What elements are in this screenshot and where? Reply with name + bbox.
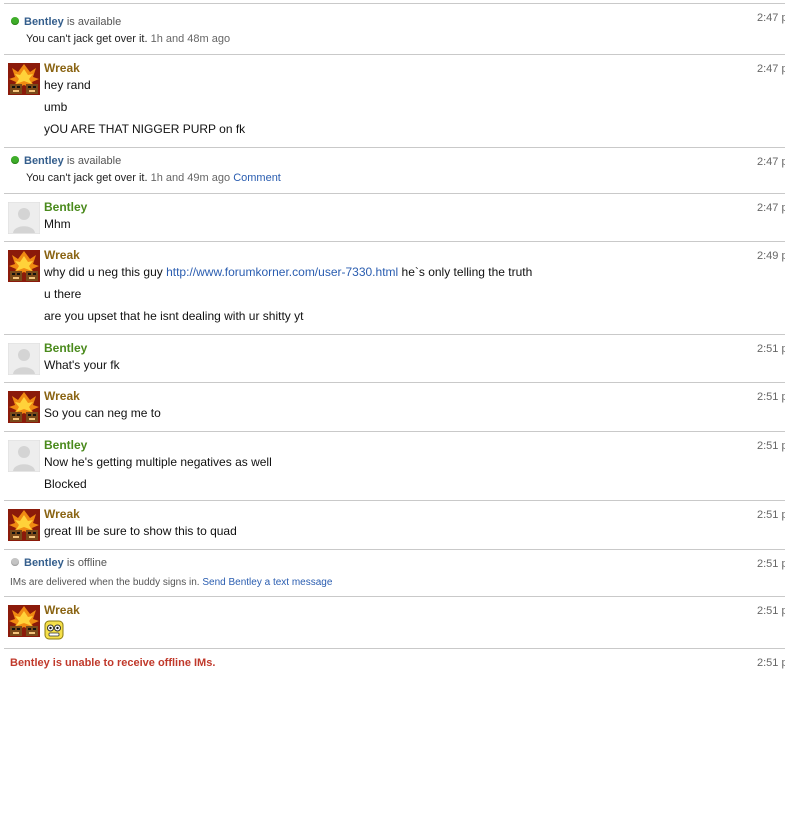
- offline-info: IMs are delivered when the buddy signs i…: [10, 576, 332, 589]
- message-line: [44, 620, 80, 640]
- timestamp: 2:51 p: [757, 440, 785, 452]
- bentley-avatar[interactable]: [8, 343, 40, 375]
- message-body: Bentley Now he's getting multiple negati…: [44, 438, 272, 492]
- timestamp: 2:49 p: [757, 250, 785, 262]
- send-text-message-link[interactable]: Send Bentley a text message: [202, 577, 332, 588]
- status-message: You can't jack get over it. 1h and 48m a…: [26, 33, 230, 46]
- status-state: is offline: [66, 557, 107, 569]
- error-row: Bentley is unable to receive offline IMs…: [4, 649, 785, 679]
- timestamp: 2:51 p: [757, 657, 785, 669]
- message-body: Bentley Mhm: [44, 200, 87, 232]
- message-row: Wreak great Ill be sure to show this to …: [4, 501, 785, 550]
- online-status-icon: [11, 17, 19, 25]
- status-row: Bentley is available You can't jack get …: [4, 4, 785, 55]
- profile-link[interactable]: http://www.forumkorner.com/user-7330.htm…: [166, 265, 398, 279]
- message-line: So you can neg me to: [44, 406, 161, 420]
- message-line: yOU ARE THAT NIGGER PURP on fk: [44, 122, 246, 136]
- status-message-text: You can't jack get over it.: [26, 172, 148, 184]
- status-row: Bentley is offline IMs are delivered whe…: [4, 550, 785, 597]
- message-row: Bentley Mhm 2:47 p: [4, 194, 785, 242]
- status-buddy-name[interactable]: Bentley: [24, 155, 64, 167]
- status-header: Bentley is available: [11, 155, 121, 168]
- message-line: Blocked: [44, 477, 87, 491]
- sender-name[interactable]: Wreak: [44, 507, 237, 521]
- status-message: You can't jack get over it. 1h and 49m a…: [26, 172, 281, 185]
- timestamp: 2:51 p: [757, 391, 785, 403]
- sender-name[interactable]: Wreak: [44, 389, 161, 403]
- message-line: why did u neg this guy http://www.forumk…: [44, 265, 532, 280]
- wreak-avatar[interactable]: [8, 509, 40, 541]
- message-body: Wreak why did u neg this guy http://www.…: [44, 248, 532, 324]
- message-line: What's your fk: [44, 358, 120, 372]
- message-row: Wreak 2:51 p: [4, 597, 785, 649]
- status-row: Bentley is available You can't jack get …: [4, 148, 785, 194]
- wreak-avatar[interactable]: [8, 63, 40, 95]
- message-text: he`s only telling the truth: [401, 265, 533, 279]
- comment-link[interactable]: Comment: [233, 172, 281, 184]
- sender-name[interactable]: Wreak: [44, 603, 80, 617]
- smiley-emoticon-icon: [44, 620, 64, 640]
- status-buddy-name[interactable]: Bentley: [24, 16, 64, 28]
- message-line: u there: [44, 287, 82, 301]
- message-line: Now he's getting multiple negatives as w…: [44, 455, 272, 469]
- message-line: great Ill be sure to show this to quad: [44, 524, 237, 538]
- message-row: Wreak So you can neg me to 2:51 p: [4, 383, 785, 432]
- message-line: hey rand: [44, 78, 91, 92]
- status-message-text: You can't jack get over it.: [26, 33, 148, 45]
- offline-status-icon: [11, 558, 19, 566]
- offline-info-text: IMs are delivered when the buddy signs i…: [10, 577, 200, 588]
- status-state: is available: [66, 16, 122, 28]
- sender-name[interactable]: Bentley: [44, 438, 272, 452]
- message-body: Bentley What's your fk: [44, 341, 120, 373]
- message-body: Wreak So you can neg me to: [44, 389, 161, 421]
- timestamp: 2:47 p: [757, 156, 785, 168]
- timestamp: 2:51 p: [757, 558, 785, 570]
- timestamp: 2:47 p: [757, 202, 785, 214]
- message-body: Wreak great Ill be sure to show this to …: [44, 507, 237, 539]
- wreak-avatar[interactable]: [8, 250, 40, 282]
- message-line: umb: [44, 100, 68, 114]
- sender-name[interactable]: Wreak: [44, 248, 532, 262]
- timestamp: 2:51 p: [757, 343, 785, 355]
- message-row: Wreak hey rand umb yOU ARE THAT NIGGER P…: [4, 55, 785, 148]
- bentley-avatar[interactable]: [8, 202, 40, 234]
- timestamp: 2:51 p: [757, 509, 785, 521]
- message-body: Wreak hey rand umb yOU ARE THAT NIGGER P…: [44, 61, 245, 137]
- timestamp: 2:47 p: [757, 63, 785, 75]
- status-buddy-name[interactable]: Bentley: [24, 557, 64, 569]
- message-row: Bentley What's your fk 2:51 p: [4, 335, 785, 383]
- status-state: is available: [66, 155, 122, 167]
- chat-transcript: Bentley is available You can't jack get …: [0, 0, 785, 813]
- message-row: Bentley Now he's getting multiple negati…: [4, 432, 785, 501]
- status-header: Bentley is available: [11, 16, 121, 29]
- message-line: Mhm: [44, 217, 71, 231]
- message-row: Wreak why did u neg this guy http://www.…: [4, 242, 785, 335]
- timestamp: 2:51 p: [757, 605, 785, 617]
- wreak-avatar[interactable]: [8, 391, 40, 423]
- online-status-icon: [11, 156, 19, 164]
- offline-error-message: Bentley is unable to receive offline IMs…: [10, 657, 216, 669]
- sender-name[interactable]: Wreak: [44, 61, 245, 75]
- message-body: Wreak: [44, 603, 80, 640]
- timestamp: 2:47 p: [757, 12, 785, 24]
- status-ago: 1h and 48m ago: [150, 33, 231, 45]
- message-text: why did u neg this guy: [44, 265, 163, 279]
- message-line: are you upset that he isnt dealing with …: [44, 309, 304, 323]
- status-header: Bentley is offline: [11, 557, 107, 570]
- status-ago: 1h and 49m ago: [150, 172, 231, 184]
- sender-name[interactable]: Bentley: [44, 200, 87, 214]
- sender-name[interactable]: Bentley: [44, 341, 120, 355]
- wreak-avatar[interactable]: [8, 605, 40, 637]
- bentley-avatar[interactable]: [8, 440, 40, 472]
